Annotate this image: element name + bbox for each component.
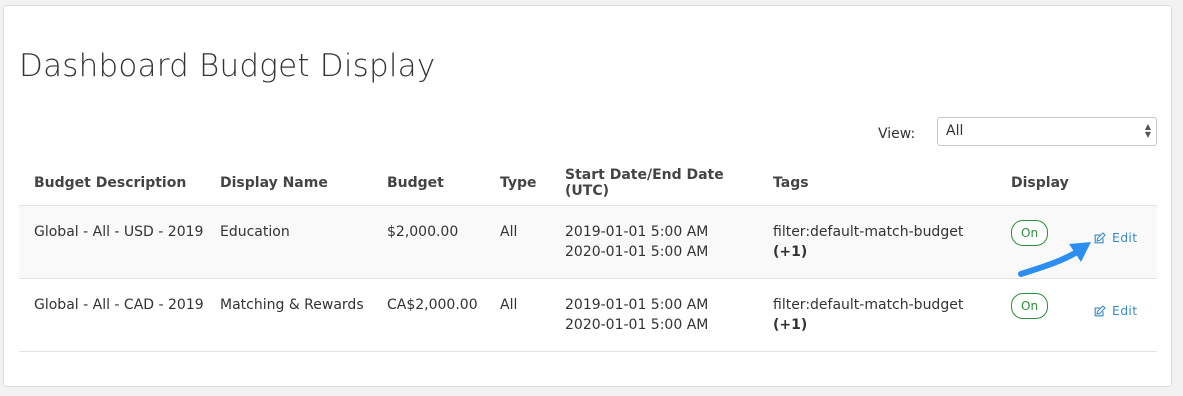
- column-header-description: Budget Description: [34, 175, 187, 191]
- budget-table: Budget Description Display Name Budget T…: [19, 161, 1157, 352]
- cell-display-name: Matching & Rewards: [220, 297, 364, 313]
- column-header-budget: Budget: [387, 175, 444, 191]
- edit-button[interactable]: Edit: [1093, 301, 1137, 321]
- tag-text: filter:default-match-budget: [773, 224, 964, 240]
- tag-more-count[interactable]: (+1): [773, 317, 807, 333]
- column-header-actions: [1078, 161, 1157, 206]
- start-date: 2019-01-01 5:00 AM: [565, 224, 709, 240]
- end-date: 2020-01-01 5:00 AM: [565, 244, 709, 260]
- cell-tags: filter:default-match-budget (+1): [758, 206, 996, 279]
- tag-more-count[interactable]: (+1): [773, 244, 807, 260]
- cell-type: All: [500, 224, 518, 240]
- cell-budget: CA$2,000.00: [387, 297, 478, 313]
- view-filter-select[interactable]: All ▲ ▼: [937, 117, 1157, 146]
- column-header-dates: Start Date/End Date (UTC): [565, 167, 724, 199]
- cell-dates: 2019-01-01 5:00 AM 2020-01-01 5:00 AM: [550, 279, 758, 352]
- page-title: Dashboard Budget Display: [19, 48, 436, 84]
- edit-icon: [1094, 304, 1106, 316]
- select-caret-icon: ▲ ▼: [1144, 122, 1151, 139]
- cell-type: All: [500, 297, 518, 313]
- column-header-tags: Tags: [773, 175, 809, 191]
- view-filter-value: All: [946, 123, 964, 139]
- display-toggle[interactable]: On: [1011, 293, 1049, 319]
- edit-button[interactable]: Edit: [1093, 228, 1137, 248]
- table-header-row: Budget Description Display Name Budget T…: [19, 161, 1157, 206]
- cell-display-name: Education: [220, 224, 290, 240]
- column-header-type: Type: [500, 175, 537, 191]
- table-row: Global - All - CAD - 2019 Matching & Rew…: [19, 278, 1157, 352]
- view-filter-label: View:: [878, 126, 916, 142]
- column-header-display: Display: [1011, 175, 1069, 191]
- tag-text: filter:default-match-budget: [773, 297, 964, 313]
- column-header-display-name: Display Name: [220, 175, 328, 191]
- cell-dates: 2019-01-01 5:00 AM 2020-01-01 5:00 AM: [550, 206, 758, 279]
- cell-display: On: [996, 279, 1078, 352]
- end-date: 2020-01-01 5:00 AM: [565, 317, 709, 333]
- cell-budget: $2,000.00: [387, 224, 459, 240]
- edit-icon: [1094, 231, 1106, 243]
- edit-label: Edit: [1112, 303, 1138, 318]
- cell-description: Global - All - USD - 2019: [34, 224, 204, 240]
- cell-description: Global - All - CAD - 2019: [34, 297, 204, 313]
- cell-actions: Edit: [1078, 206, 1157, 279]
- cell-tags: filter:default-match-budget (+1): [758, 279, 996, 352]
- start-date: 2019-01-01 5:00 AM: [565, 297, 709, 313]
- table-row: Global - All - USD - 2019 Education $2,0…: [19, 205, 1157, 279]
- cell-actions: Edit: [1078, 279, 1157, 352]
- cell-display: On: [996, 206, 1078, 279]
- display-toggle[interactable]: On: [1011, 220, 1049, 246]
- edit-label: Edit: [1112, 230, 1138, 245]
